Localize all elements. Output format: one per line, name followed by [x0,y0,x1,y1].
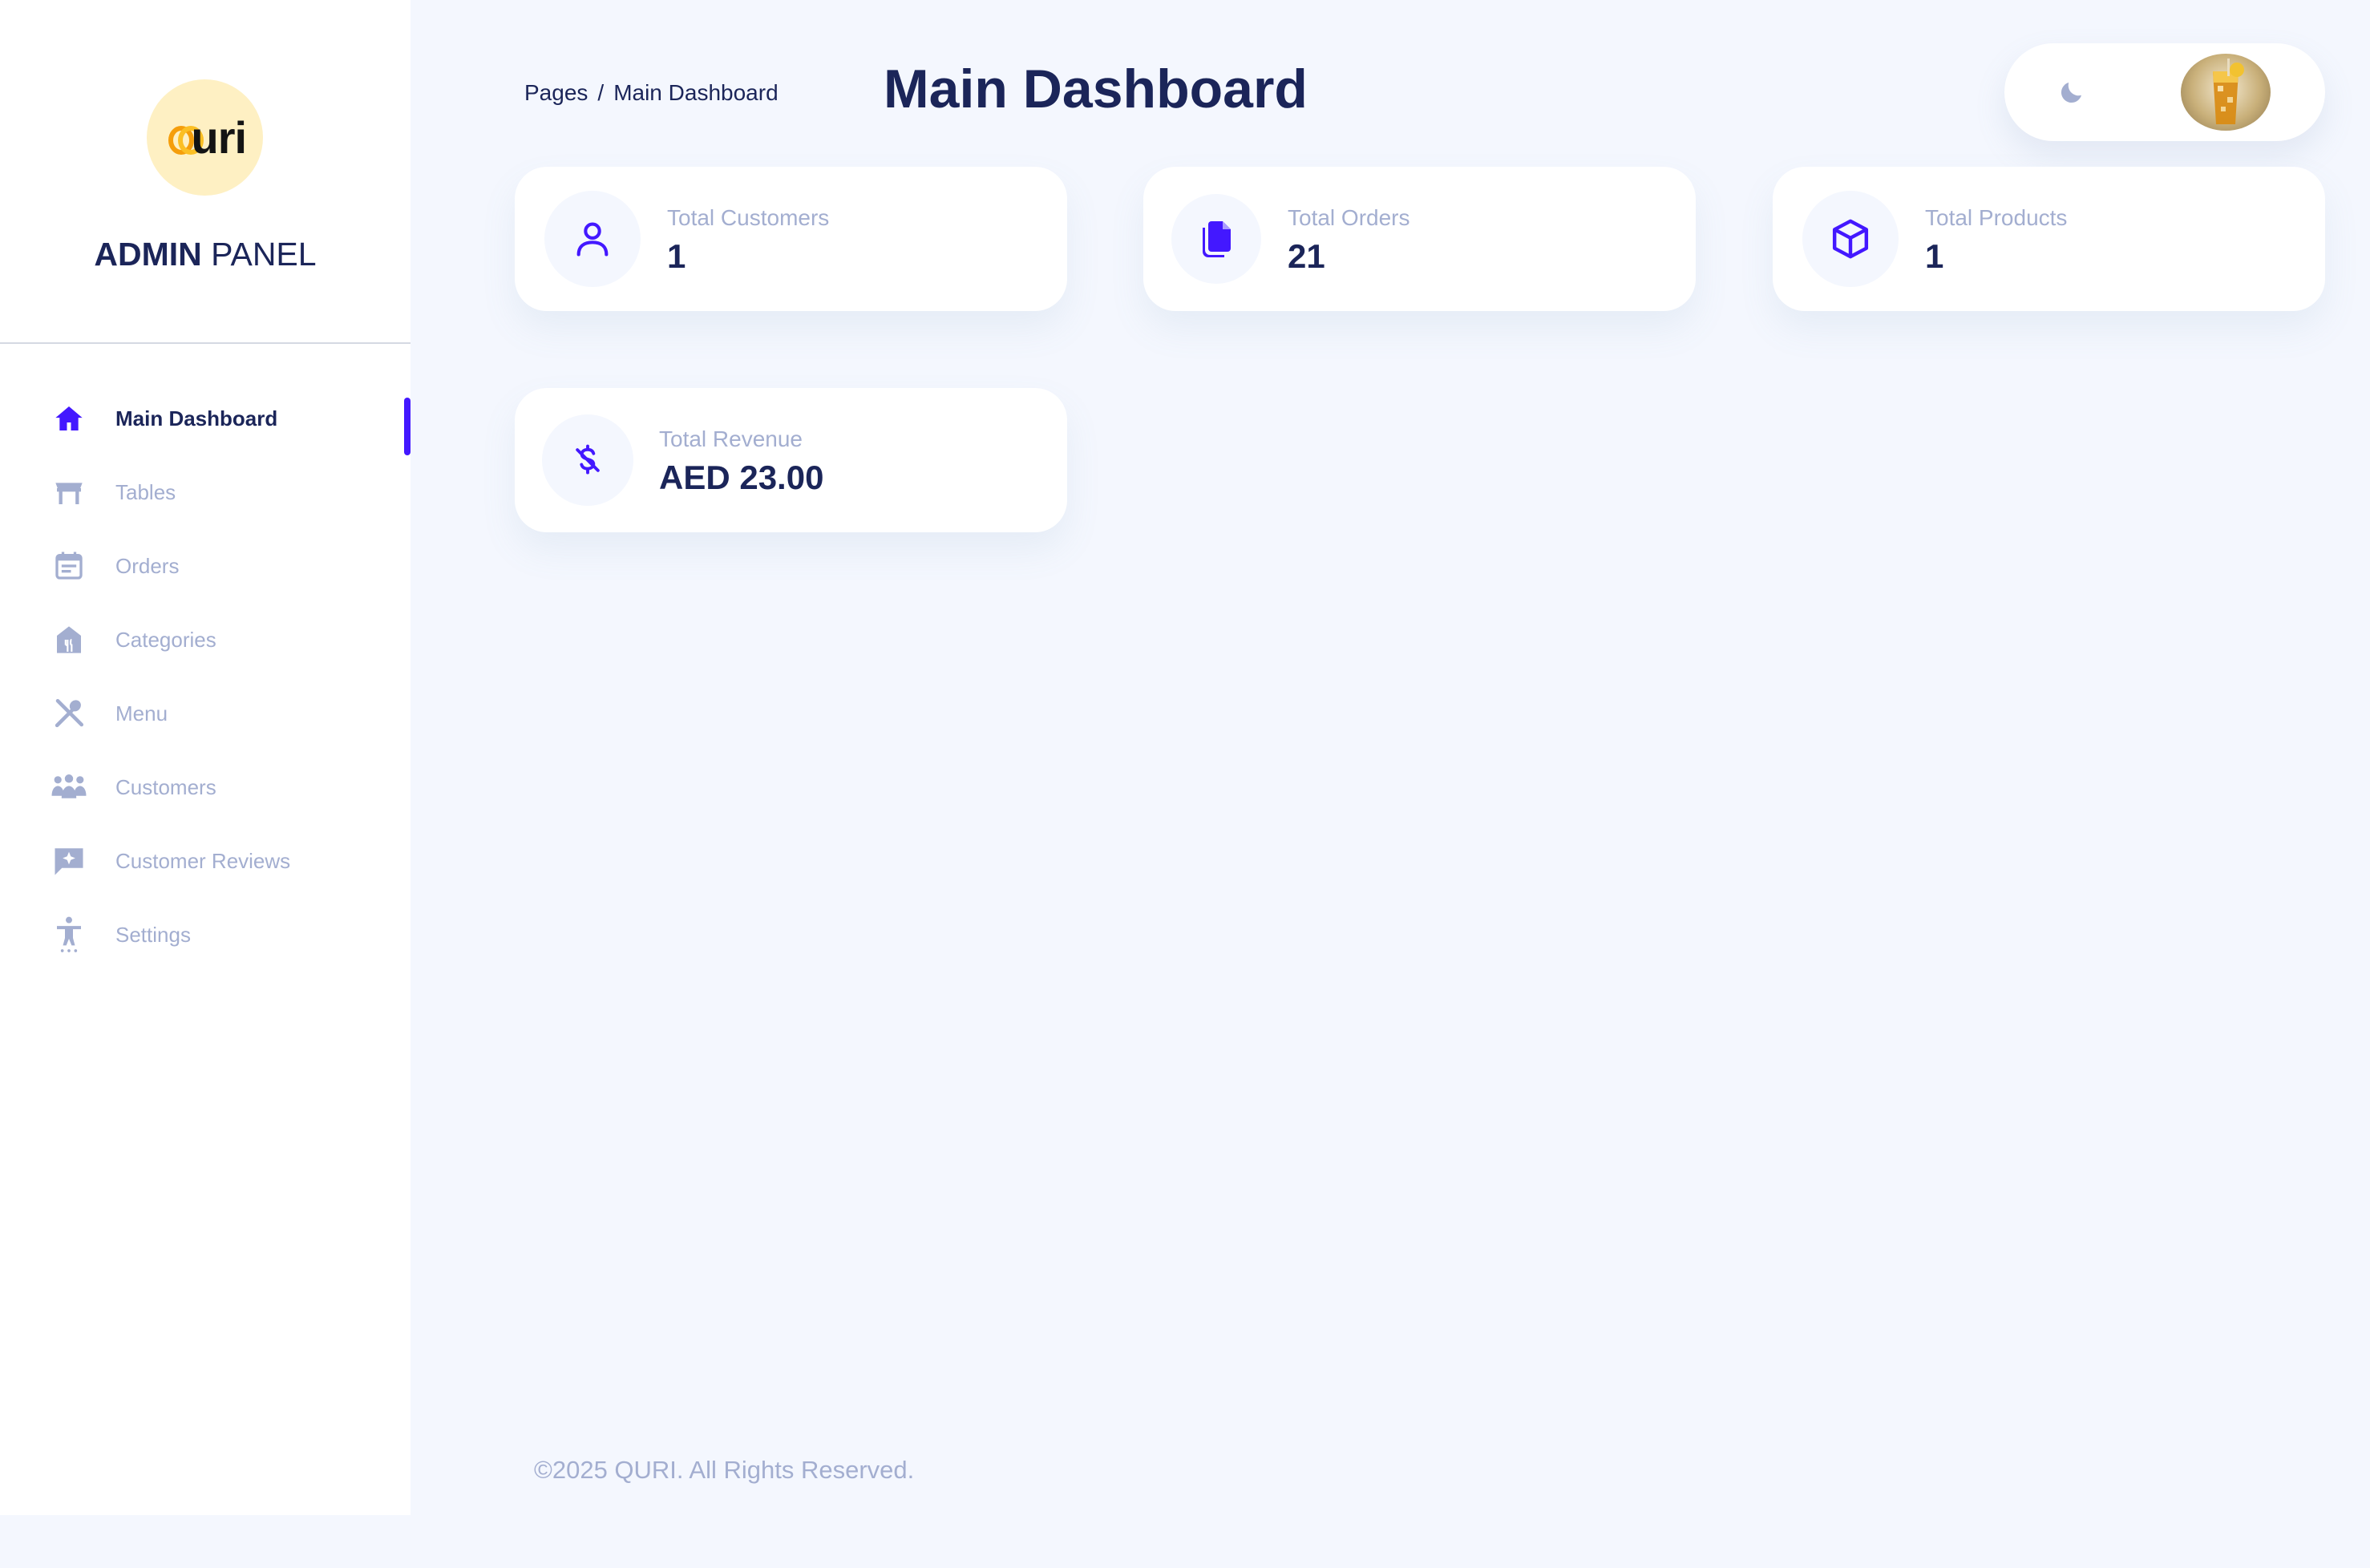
avatar-drink-image [2213,59,2244,124]
brand-title-rest: PANEL [211,236,317,273]
active-indicator [404,398,411,455]
store-icon [51,621,87,658]
sidebar-item-label: Customers [115,774,216,799]
people-icon [51,769,87,806]
stat-value: 1 [1925,237,1944,275]
sidebar-item-label: Main Dashboard [115,406,278,430]
sidebar: uri ADMIN PANEL Main Dashboard Tables Or… [0,0,411,1515]
stat-label: Total Products [1925,205,2068,230]
sidebar-item-customer-reviews[interactable]: Customer Reviews [0,824,411,898]
dollar-icon [542,414,633,506]
stat-card-total-orders[interactable]: Total Orders 21 [1143,167,1696,311]
breadcrumb-current[interactable]: Main Dashboard [613,80,778,105]
moon-icon[interactable] [2057,78,2086,107]
stat-label: Total Revenue [659,426,803,451]
stat-card-total-customers[interactable]: Total Customers 1 [515,167,1067,311]
user-icon [544,191,641,287]
footer-copyright: ©2025 QURI. All Rights Reserved. [534,1456,915,1484]
accessibility-icon [51,916,87,953]
stat-value: 21 [1288,237,1325,275]
documents-icon [1171,194,1261,284]
table-icon [51,474,87,511]
avatar[interactable] [2181,54,2271,131]
header-toolbar [2004,43,2325,141]
sidebar-nav: Main Dashboard Tables Orders Categories [0,382,411,972]
stat-value: 1 [667,237,686,275]
stat-value: AED 23.00 [659,459,824,496]
breadcrumb-pages-link[interactable]: Pages [524,80,588,105]
sidebar-item-orders[interactable]: Orders [0,529,411,603]
stat-label: Total Orders [1288,205,1410,230]
sidebar-item-settings[interactable]: Settings [0,898,411,972]
utensils-icon [51,695,87,732]
sidebar-item-menu[interactable]: Menu [0,677,411,750]
sidebar-item-label: Menu [115,701,168,725]
home-icon [51,400,87,437]
sidebar-divider [0,342,411,344]
sidebar-item-categories[interactable]: Categories [0,603,411,677]
box-icon [1802,191,1899,287]
calendar-icon [51,548,87,584]
sidebar-item-tables[interactable]: Tables [0,455,411,529]
breadcrumb-separator: / [597,80,605,105]
review-icon [51,843,87,879]
sidebar-item-label: Settings [115,922,191,947]
stat-label: Total Customers [667,205,830,230]
sidebar-item-label: Categories [115,627,216,652]
breadcrumb: Pages / Main Dashboard [524,80,779,106]
stat-card-total-revenue[interactable]: Total Revenue AED 23.00 [515,388,1067,532]
sidebar-item-label: Orders [115,553,180,578]
stat-card-total-products[interactable]: Total Products 1 [1773,167,2325,311]
logo-text: uri [191,111,248,163]
quri-logo[interactable]: uri [147,79,263,196]
sidebar-item-main-dashboard[interactable]: Main Dashboard [0,382,411,455]
admin-panel-title: ADMIN PANEL [0,236,411,273]
brand-title-bold: ADMIN [94,236,202,273]
sidebar-item-customers[interactable]: Customers [0,750,411,824]
page-title: Main Dashboard [884,59,1308,119]
logo-mark: uri [158,111,253,163]
sidebar-item-label: Tables [115,479,176,504]
sidebar-item-label: Customer Reviews [115,848,291,873]
